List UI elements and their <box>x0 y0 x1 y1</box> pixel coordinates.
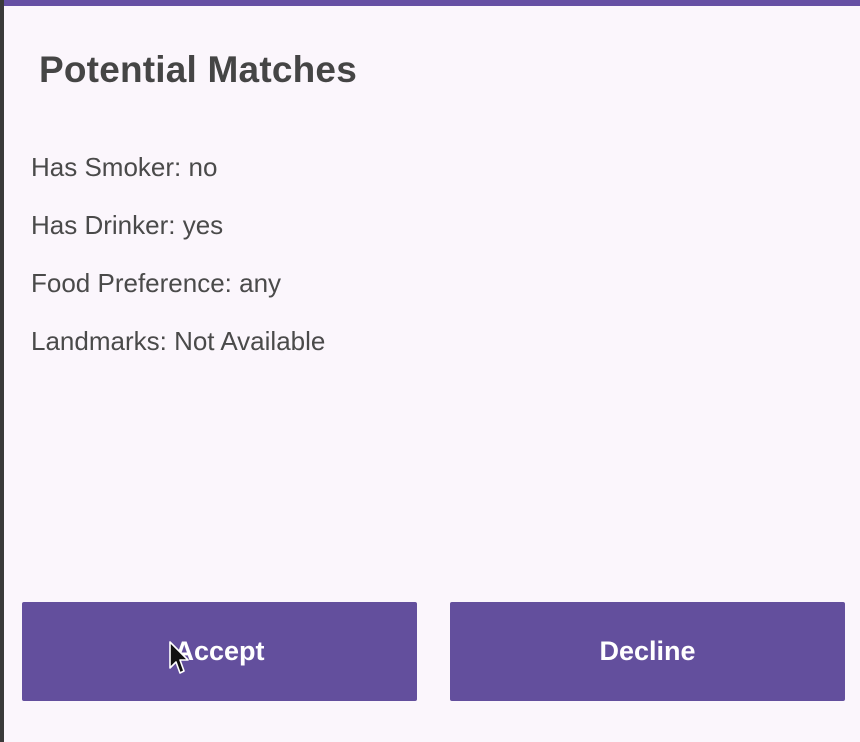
dialog-title: Potential Matches <box>39 49 357 90</box>
accept-button[interactable]: Accept <box>22 602 417 701</box>
potential-matches-dialog: Potential Matches Has Smoker: no Has Dri… <box>4 6 860 742</box>
decline-button[interactable]: Decline <box>450 602 845 701</box>
detail-drinker: Has Drinker: yes <box>31 210 224 240</box>
match-details: Has Smoker: no Has Drinker: yes Food Pre… <box>31 152 325 384</box>
detail-food-preference: Food Preference: any <box>31 268 282 298</box>
detail-landmarks: Landmarks: Not Available <box>31 326 326 356</box>
mouse-pointer-icon <box>169 641 189 674</box>
detail-smoker: Has Smoker: no <box>31 152 218 182</box>
